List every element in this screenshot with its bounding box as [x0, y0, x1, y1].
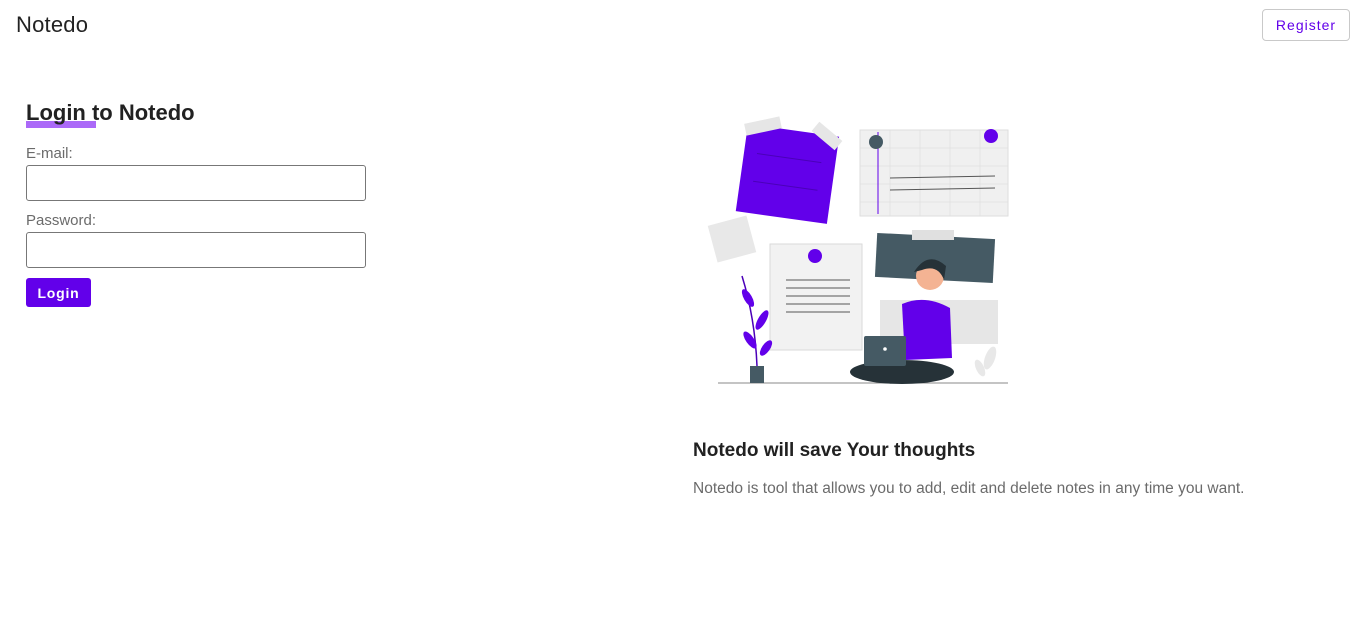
info-heading: Notedo will save Your thoughts	[693, 440, 976, 461]
password-field[interactable]	[26, 232, 366, 268]
email-field[interactable]	[26, 165, 366, 201]
login-heading: Login to Notedo	[26, 100, 195, 126]
email-label: E-mail:	[26, 145, 73, 162]
password-label: Password:	[26, 212, 97, 229]
login-heading-text: Login to Notedo	[26, 100, 195, 125]
login-button[interactable]: Login	[26, 278, 91, 307]
notes-illustration	[707, 116, 1009, 384]
info-description: Notedo is tool that allows you to add, e…	[693, 480, 1245, 497]
app-title: Notedo	[16, 12, 89, 37]
register-button[interactable]: Register	[1262, 9, 1350, 41]
